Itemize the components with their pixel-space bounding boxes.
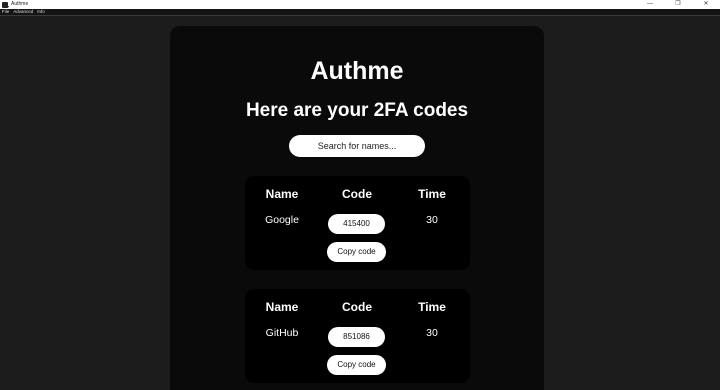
main-content: Authme Here are your 2FA codes Name Code… xyxy=(0,16,720,390)
app-heading: Authme xyxy=(310,57,404,85)
time-remaining: 30 xyxy=(426,327,438,339)
account-name: Google xyxy=(265,214,299,226)
code-card: Name Code Time GitHub 851086 30 Copy cod… xyxy=(245,289,470,383)
code-card: Name Code Time Google 415400 30 Copy cod… xyxy=(245,176,470,270)
time-column-header: Time xyxy=(418,187,446,201)
search-input[interactable] xyxy=(289,135,425,157)
code-value: 415400 xyxy=(328,214,385,234)
codes-panel: Authme Here are your 2FA codes Name Code… xyxy=(170,26,544,390)
window-controls: — ❐ ✕ xyxy=(636,0,720,9)
time-column-header: Time xyxy=(418,300,446,314)
copy-code-button[interactable]: Copy code xyxy=(327,355,386,375)
window-title: Authme xyxy=(11,1,29,7)
code-value: 851086 xyxy=(328,327,385,347)
minimize-button[interactable]: — xyxy=(636,0,664,9)
name-column-header: Name xyxy=(265,300,299,314)
page-subheading: Here are your 2FA codes xyxy=(245,100,469,121)
magnifier-icon xyxy=(2,1,8,8)
maximize-button[interactable]: ❐ xyxy=(664,0,692,9)
name-column-header: Name xyxy=(265,187,299,201)
code-column-header: Code xyxy=(342,300,372,314)
time-remaining: 30 xyxy=(426,214,438,226)
title-bar: Authme — ❐ ✕ xyxy=(0,0,720,9)
app-window: Authme — ❐ ✕ File Advanced Info Authme H… xyxy=(0,0,720,390)
close-button[interactable]: ✕ xyxy=(692,0,720,9)
code-column-header: Code xyxy=(342,187,372,201)
account-name: GitHub xyxy=(265,327,299,339)
copy-code-button[interactable]: Copy code xyxy=(327,242,386,262)
